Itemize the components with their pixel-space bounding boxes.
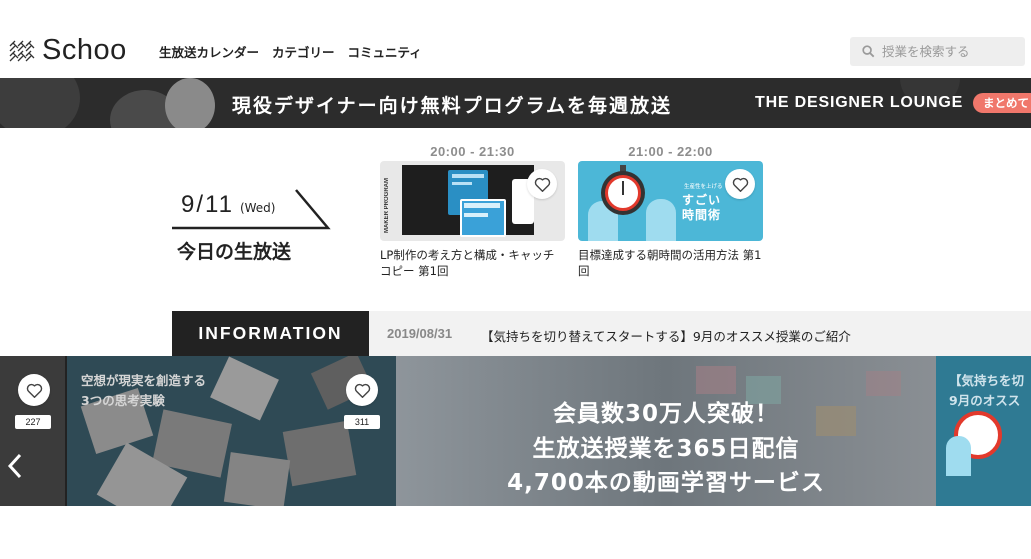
live-card-time: 21:00 - 22:00 [628, 144, 713, 159]
site-header: Schoo 生放送カレンダー カテゴリー コミュニティ [0, 0, 1031, 78]
favorite-button[interactable] [346, 374, 378, 406]
favorite-count: 311 [344, 415, 380, 429]
search-box[interactable] [850, 37, 1025, 66]
global-nav: 生放送カレンダー カテゴリー コミュニティ [159, 42, 422, 61]
slide-caption: 【気持ちを切 [949, 373, 1025, 388]
heart-icon [534, 177, 550, 192]
feature-carousel: 227 空想が現実を創造する 3つの思考実験 311 会員数30万人突破！ 生放… [0, 356, 1031, 506]
carousel-slide[interactable]: 【気持ちを切 9月のオスス [936, 356, 1031, 506]
schoo-logo[interactable]: Schoo [8, 36, 127, 65]
carousel-slide-hero[interactable]: 会員数30万人突破！ 生放送授業を365日配信 4,700本の動画学習サービス [396, 356, 936, 506]
designer-lounge-banner[interactable]: 現役デザイナー向け無料プログラムを毎週放送 THE DESIGNER LOUNG… [0, 78, 1031, 128]
thumb-small-text: 生産性を上げる [684, 184, 723, 190]
search-icon [862, 45, 875, 58]
thumb-big-text: 時間術 [682, 208, 722, 222]
banner-brand: THE DESIGNER LOUNGE [755, 94, 964, 111]
favorite-button[interactable] [725, 169, 755, 199]
information-label: INFORMATION [172, 311, 369, 356]
nav-category[interactable]: カテゴリー [272, 42, 335, 61]
banner-decoration [0, 78, 80, 128]
heart-icon [26, 383, 42, 398]
nav-community[interactable]: コミュニティ [348, 42, 422, 61]
banner-cta-pill[interactable]: まとめて [973, 93, 1031, 113]
favorite-button[interactable] [527, 169, 557, 199]
information-bar: INFORMATION 2019/08/31 【気持ちを切り替えてスタートする】… [172, 311, 1031, 356]
search-input[interactable] [882, 44, 1017, 59]
today-date-day: 9/11 [181, 191, 234, 218]
banner-decoration [165, 78, 215, 128]
information-link[interactable]: 【気持ちを切り替えてスタートする】9月のオススメ授業のご紹介 [481, 326, 851, 345]
hero-text-line: 4,700本の動画学習サービス [507, 470, 825, 496]
slide-caption: 9月のオスス [949, 393, 1021, 408]
live-card-time: 20:00 - 21:30 [430, 144, 515, 159]
schoo-logo-mark-icon [9, 40, 35, 61]
favorite-count: 227 [15, 415, 51, 429]
carousel-prev-button[interactable] [0, 446, 30, 486]
live-card-title[interactable]: LP制作の考え方と構成・キャッチコピー 第1回 [380, 247, 565, 279]
carousel-slide[interactable]: 空想が現実を創造する 3つの思考実験 311 [67, 356, 396, 506]
today-date: 9/11 (Wed) [181, 191, 275, 219]
thumb-label: MAKER PROGRAM [384, 178, 390, 233]
slide-caption: 空想が現実を創造する [81, 373, 207, 388]
information-date: 2019/08/31 [387, 326, 453, 341]
today-date-weekday: (Wed) [239, 201, 276, 215]
chevron-left-icon [7, 453, 22, 479]
hero-text-line: 会員数30万人突破！ [552, 401, 779, 427]
banner-title: 現役デザイナー向け無料プログラムを毎週放送 [232, 95, 673, 117]
favorite-button[interactable] [18, 374, 50, 406]
logo-text: Schoo [42, 34, 127, 66]
heart-icon [732, 177, 748, 192]
today-live-heading: 今日の生放送 [177, 241, 292, 263]
live-card-title[interactable]: 目標達成する朝時間の活用方法 第1回 [578, 247, 763, 279]
slide-caption: 3つの思考実験 [81, 393, 165, 408]
hero-text-line: 生放送授業を365日配信 [532, 436, 800, 462]
page-background [0, 506, 1031, 559]
heart-icon [354, 383, 370, 398]
nav-live-calendar[interactable]: 生放送カレンダー [159, 42, 259, 61]
